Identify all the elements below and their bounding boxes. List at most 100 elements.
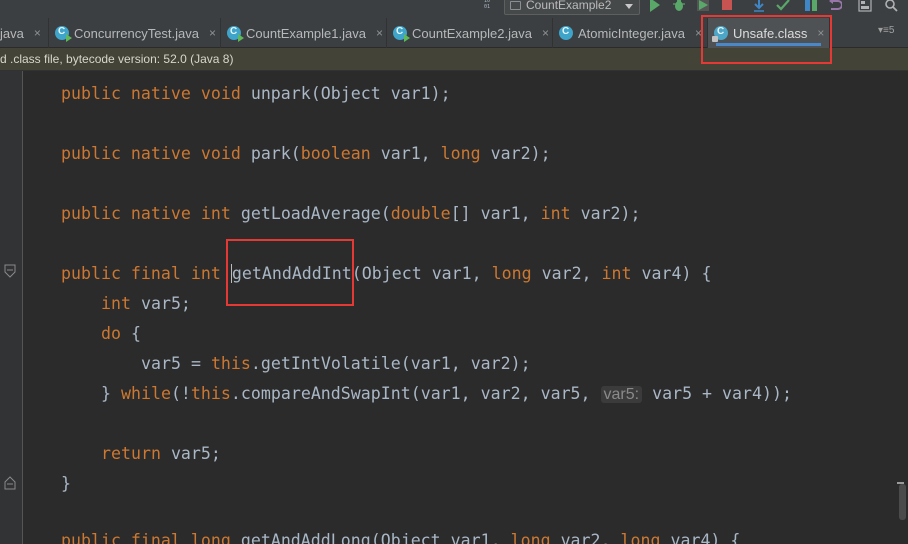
code-text: [] var1, xyxy=(450,204,541,223)
code-line: public final long getAndAddLong(Object v… xyxy=(61,526,740,544)
tab-count-example1[interactable]: CountExample1.java × xyxy=(221,18,387,48)
stop-icon[interactable] xyxy=(720,0,734,12)
code-line: var5 = this.getIntVolatile(var1, var2); xyxy=(141,349,531,379)
tab-atomic-integer[interactable]: AtomicInteger.java × xyxy=(553,18,708,48)
binary-file-icon: 10 01 xyxy=(484,0,491,10)
scrollbar-thumb[interactable] xyxy=(899,484,906,520)
code-line: do { xyxy=(101,319,141,349)
code-text: var2, xyxy=(531,264,602,283)
keyword: int xyxy=(101,294,131,313)
tab-label: CountExample2.java xyxy=(412,25,532,41)
code-line: return var5; xyxy=(101,439,221,469)
run-configuration-label: CountExample2 xyxy=(526,0,612,12)
method-name: unpark xyxy=(250,84,311,103)
code-text: var5; xyxy=(160,444,221,463)
keyword: do xyxy=(101,324,121,343)
code-text: var5; xyxy=(130,294,191,313)
run-config-icon xyxy=(510,1,521,10)
code-text: var2); xyxy=(480,144,551,163)
keyword: public final xyxy=(61,531,181,544)
keyword: int xyxy=(200,204,231,223)
java-class-icon xyxy=(227,26,244,42)
search-icon[interactable] xyxy=(884,0,898,12)
vcs-revert-icon[interactable] xyxy=(828,0,842,12)
keyword: long xyxy=(440,144,481,163)
code-text: ( xyxy=(380,204,391,223)
keyword: public native void xyxy=(61,144,241,163)
vcs-compare-icon[interactable] xyxy=(804,0,818,12)
code-line: int var5; xyxy=(101,289,191,319)
close-icon[interactable]: × xyxy=(209,26,216,40)
keyword: return xyxy=(101,444,161,463)
keyword: double xyxy=(390,204,451,223)
code-text: } xyxy=(61,474,71,493)
code-text: .compareAndSwapInt(var1, var2, var5, xyxy=(230,384,601,403)
code-text: .getIntVolatile(var1, var2); xyxy=(250,354,531,373)
code-text: { xyxy=(120,324,141,343)
code-text: var4) { xyxy=(660,531,741,544)
keyword: public final xyxy=(61,264,181,283)
keyword: public native void xyxy=(61,84,241,103)
java-class-icon xyxy=(393,26,410,42)
keyword: int xyxy=(190,264,221,283)
keyword: this xyxy=(190,384,231,403)
keyword: long xyxy=(190,531,231,544)
debug-icon[interactable] xyxy=(672,0,686,12)
code-text: (Object var1, xyxy=(370,531,511,544)
method-name: getAndAddLong xyxy=(240,531,371,544)
editor-gutter[interactable] xyxy=(0,71,22,544)
vcs-update-icon[interactable] xyxy=(752,0,766,12)
code-text: var2, xyxy=(550,531,621,544)
method-name: getLoadAverage xyxy=(240,204,381,223)
code-text: ( xyxy=(290,144,301,163)
tab-label: CountExample1.java xyxy=(246,25,366,41)
keyword: public native xyxy=(61,204,191,223)
tab-concurrency-test[interactable]: ConcurrencyTest.java × xyxy=(49,18,221,48)
vcs-commit-icon[interactable] xyxy=(776,0,790,12)
run-configuration-selector[interactable]: CountExample2 xyxy=(504,0,640,15)
fold-end-icon[interactable] xyxy=(4,476,16,490)
code-text: (Object var1, xyxy=(351,264,492,283)
annotation-box-unsafe-tab xyxy=(701,15,832,64)
code-text: (! xyxy=(170,384,191,403)
keyword: boolean xyxy=(300,144,371,163)
close-icon[interactable]: × xyxy=(376,26,383,40)
parameter-hint: var5: xyxy=(600,386,643,403)
code-line: public native void unpark(Object var1); xyxy=(61,79,451,109)
code-text: var5 = xyxy=(141,354,211,373)
keyword: this xyxy=(210,354,251,373)
code-line: public native void park(boolean var1, lo… xyxy=(61,139,551,169)
chevron-down-icon xyxy=(625,4,633,9)
banner-text: d .class file, bytecode version: 52.0 (J… xyxy=(0,52,234,66)
code-text: var1, xyxy=(370,144,441,163)
code-editor[interactable]: public native void unpark(Object var1); … xyxy=(23,71,893,544)
keyword: long xyxy=(491,264,532,283)
close-icon[interactable]: × xyxy=(542,26,549,40)
method-name: park xyxy=(250,144,291,163)
code-line: } xyxy=(61,469,71,499)
java-class-icon xyxy=(55,26,72,42)
tab-label: AtomicInteger.java xyxy=(578,25,685,41)
fold-collapse-icon[interactable] xyxy=(4,264,16,278)
code-line: public final int getAndAddInt(Object var… xyxy=(61,259,711,289)
code-line: } while(!this.compareAndSwapInt(var1, va… xyxy=(101,379,792,409)
vertical-scrollbar[interactable] xyxy=(893,71,908,544)
keyword: long xyxy=(620,531,661,544)
code-text: (Object var1); xyxy=(310,84,451,103)
run-with-coverage-icon[interactable] xyxy=(696,0,710,12)
code-text: var2); xyxy=(570,204,641,223)
java-class-icon xyxy=(559,26,573,40)
run-icon[interactable] xyxy=(648,0,662,12)
project-structure-icon[interactable] xyxy=(858,0,872,12)
tab-label: ConcurrencyTest.java xyxy=(74,25,199,41)
tab-count-example2[interactable]: CountExample2.java × xyxy=(387,18,553,48)
code-text: var5 + var4)); xyxy=(642,384,792,403)
keyword: while xyxy=(120,384,171,403)
keyword: int xyxy=(601,264,632,283)
tab-partial-java[interactable]: java × xyxy=(0,18,49,48)
tab-label: java xyxy=(0,25,24,41)
code-text: } xyxy=(101,384,121,403)
keyword: int xyxy=(540,204,571,223)
tab-overflow-menu[interactable]: ▾≡5 xyxy=(878,25,894,36)
close-icon[interactable]: × xyxy=(34,26,41,40)
